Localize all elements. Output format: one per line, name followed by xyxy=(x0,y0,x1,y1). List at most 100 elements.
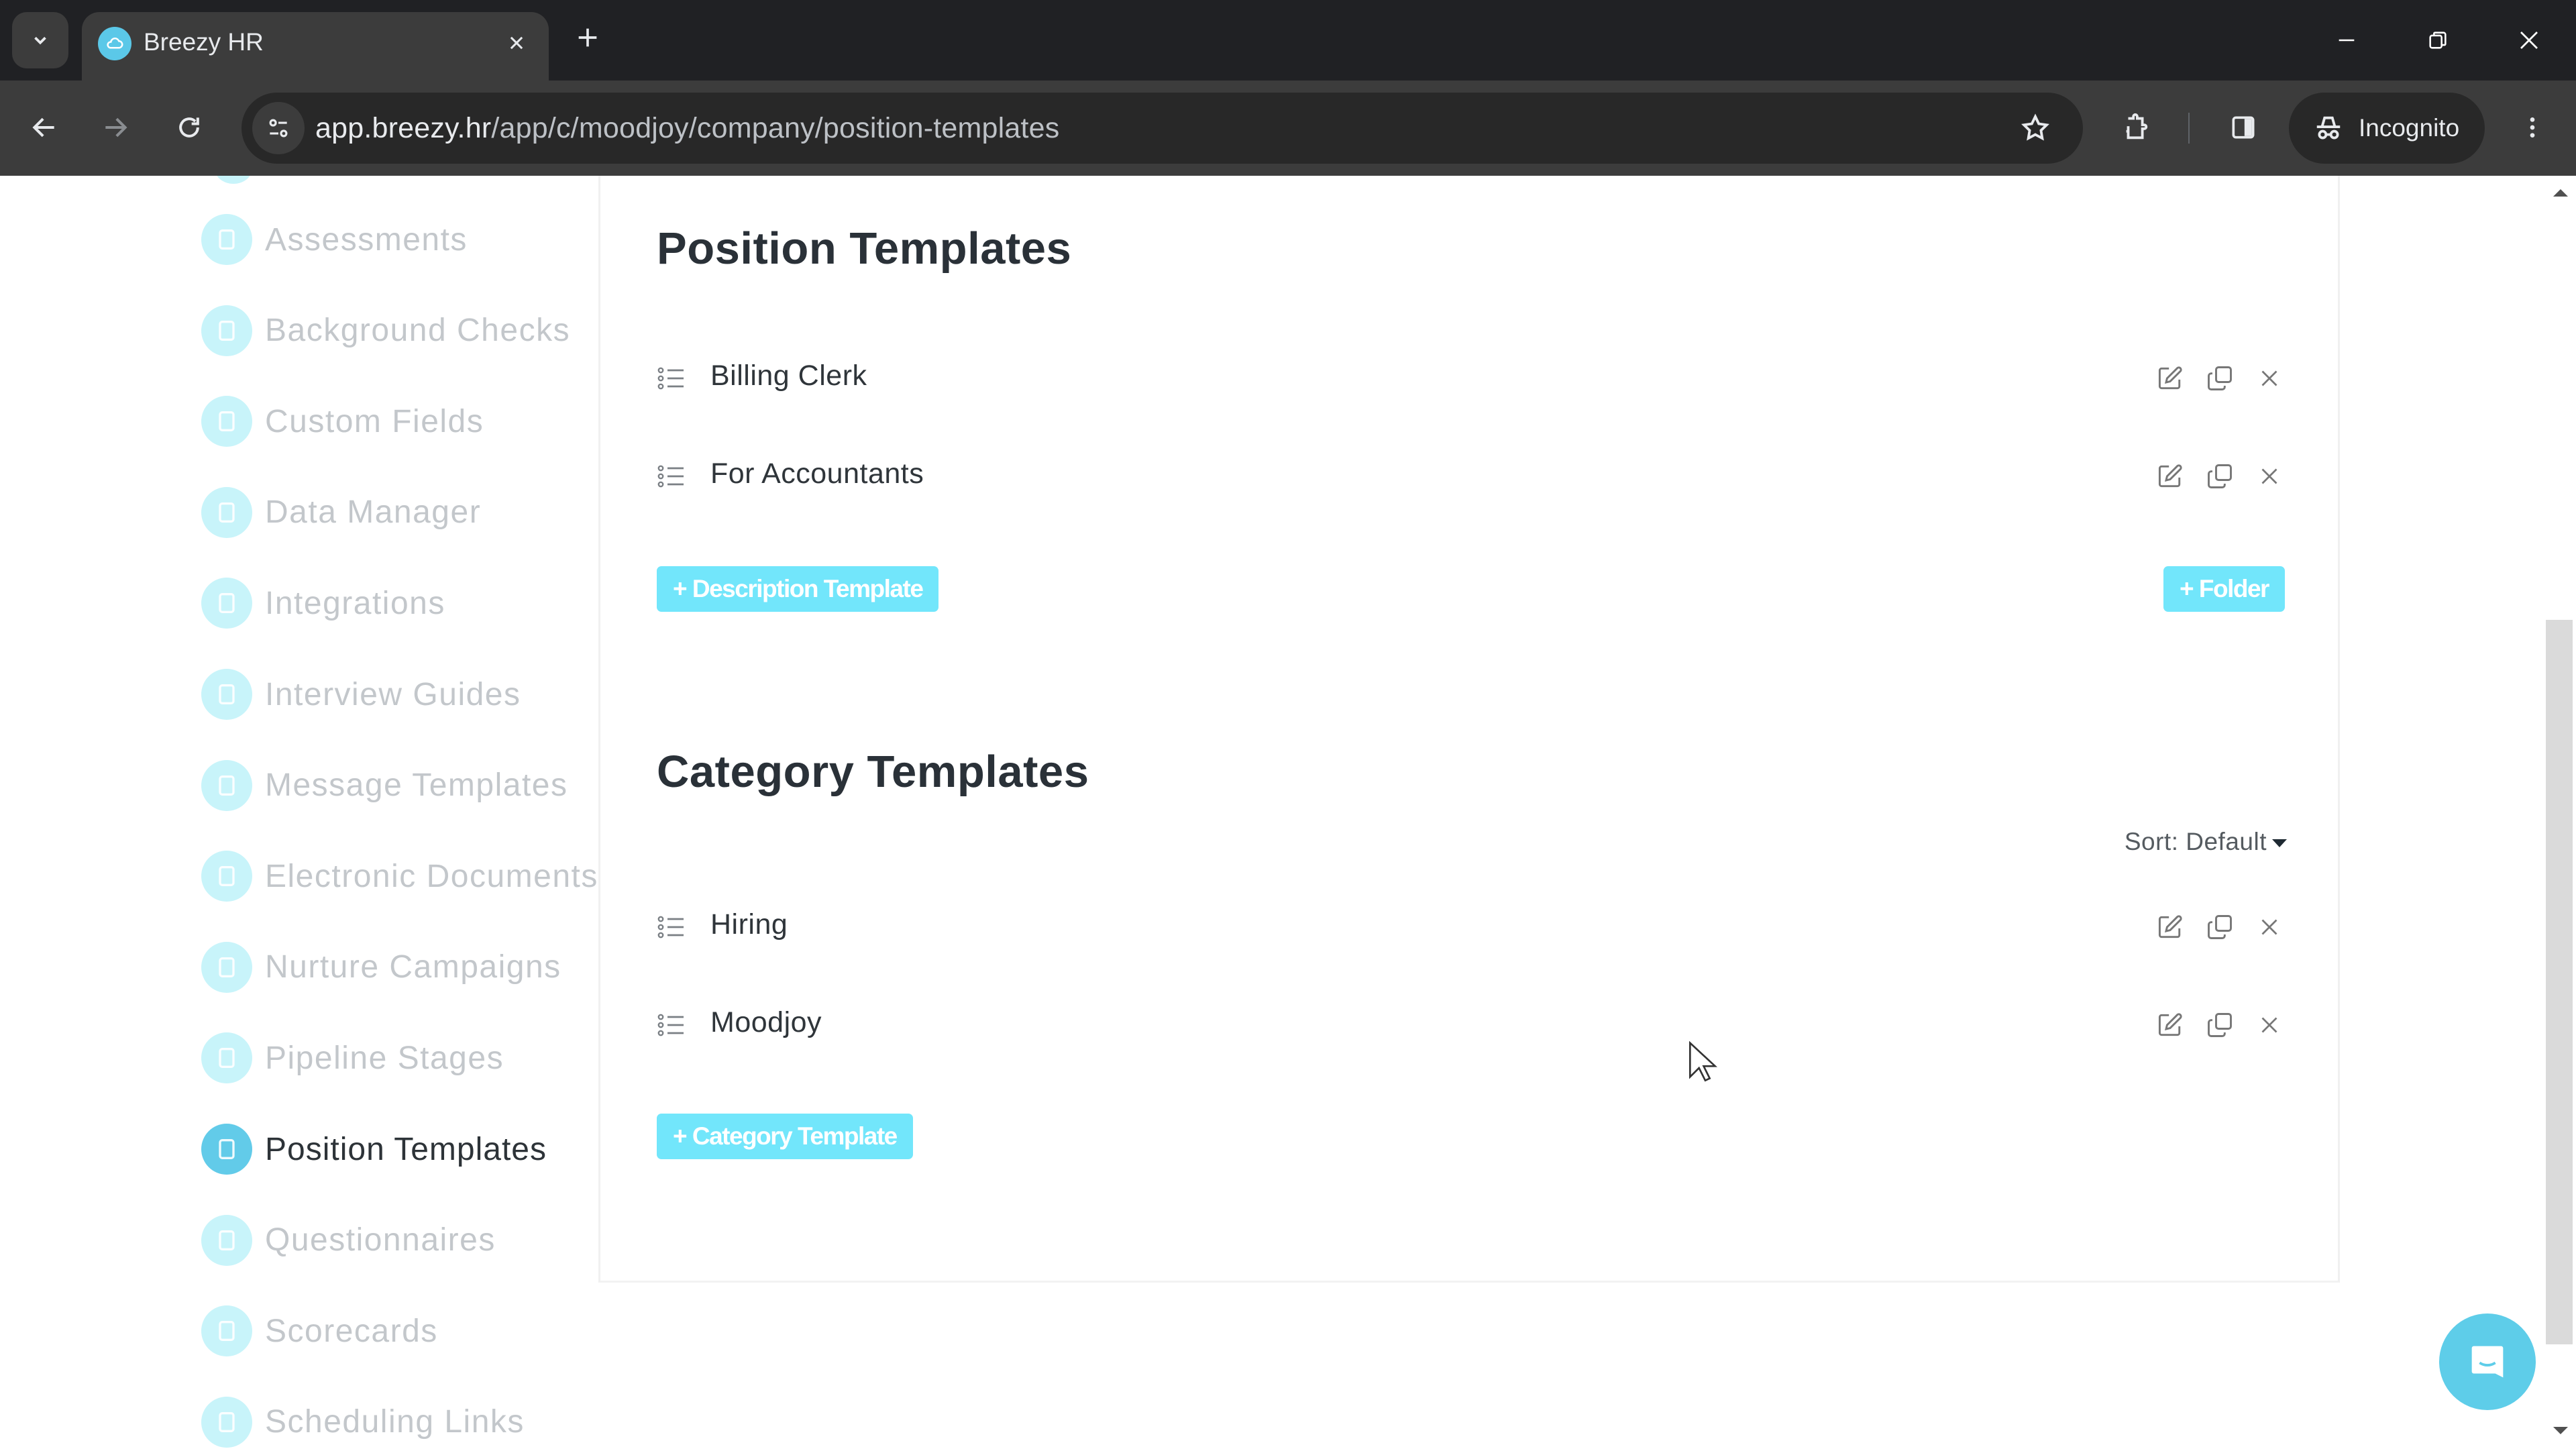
incognito-indicator[interactable]: Incognito xyxy=(2289,93,2485,164)
delete-icon[interactable] xyxy=(2253,362,2286,394)
row-actions xyxy=(2154,358,2286,398)
sidebar-item-questionnaires[interactable]: Questionnaires xyxy=(201,1210,496,1271)
drag-handle-icon[interactable] xyxy=(657,364,686,393)
scrollbar-thumb[interactable] xyxy=(2546,620,2573,1344)
duplicate-icon[interactable] xyxy=(2204,1009,2236,1041)
template-row[interactable]: Billing Clerk xyxy=(657,352,2286,405)
sidebar-item-label: Questionnaires xyxy=(265,1222,496,1258)
scroll-up-arrow-icon[interactable] xyxy=(2553,189,2568,197)
delete-icon[interactable] xyxy=(2253,911,2286,943)
sidebar-item-scheduling-links[interactable]: Scheduling Links xyxy=(201,1392,525,1449)
duplicate-icon[interactable] xyxy=(2204,460,2236,492)
sidebar-item-label: Background Checks xyxy=(265,313,571,349)
minimize-button[interactable] xyxy=(2320,16,2373,64)
page-content: Assessments Background Checks Custom Field… xyxy=(0,176,2576,1449)
template-row[interactable]: Moodjoy xyxy=(657,998,2286,1052)
arrow-right-icon xyxy=(105,117,127,138)
more-vertical-icon xyxy=(2530,117,2535,138)
category-templates-title: Category Templates xyxy=(657,747,1089,797)
sidebar-item-electronic-documents[interactable]: Electronic Documents xyxy=(201,846,598,906)
template-name[interactable]: Billing Clerk xyxy=(710,360,867,392)
tab-close-button[interactable] xyxy=(498,24,535,62)
minimize-icon xyxy=(2339,39,2355,42)
sort-dropdown[interactable]: Sort: Default xyxy=(2125,828,2287,856)
close-icon xyxy=(2520,32,2538,49)
sidebar-item-label: Electronic Documents xyxy=(265,858,598,894)
breezy-logo-icon xyxy=(98,27,131,60)
reload-button[interactable] xyxy=(162,101,216,154)
chevron-down-icon xyxy=(34,36,46,45)
delete-icon[interactable] xyxy=(2253,1009,2286,1041)
sort-label: Sort: Default xyxy=(2124,828,2267,855)
side-panel-button[interactable] xyxy=(2216,101,2270,154)
browser-tab[interactable]: Breezy HR xyxy=(82,12,549,80)
extensions-button[interactable] xyxy=(2109,101,2163,154)
close-icon xyxy=(510,36,523,50)
sidebar-item-label: Custom Fields xyxy=(265,403,484,439)
url-path: /app/c/moodjoy/company/position-template… xyxy=(491,112,1060,144)
calendar-icon xyxy=(201,1396,252,1448)
add-category-template-button[interactable]: + Category Template xyxy=(657,1114,913,1159)
chat-support-button[interactable] xyxy=(2439,1313,2536,1410)
template-row[interactable]: Hiring xyxy=(657,900,2286,954)
address-bar[interactable]: app.breezy.hr/app/c/moodjoy/company/posi… xyxy=(241,93,2083,164)
site-info-button[interactable] xyxy=(252,102,305,154)
sidebar-item-assessments[interactable]: Assessments xyxy=(201,209,468,270)
caret-down-icon xyxy=(2272,839,2287,847)
side-panel-icon xyxy=(2232,116,2255,139)
drag-handle-icon[interactable] xyxy=(657,462,686,491)
delete-icon[interactable] xyxy=(2253,460,2286,492)
mouse-cursor-icon xyxy=(1689,1041,1717,1082)
drag-handle-icon[interactable] xyxy=(657,912,686,942)
scrollbar[interactable] xyxy=(2544,176,2576,1449)
restore-button[interactable] xyxy=(2411,16,2465,64)
add-folder-button[interactable]: + Folder xyxy=(2163,566,2285,612)
close-window-button[interactable] xyxy=(2502,16,2556,64)
tag-icon xyxy=(201,486,252,538)
sidebar-item-nurture-campaigns[interactable]: Nurture Campaigns xyxy=(201,937,561,998)
list-icon xyxy=(201,1214,252,1266)
file-icon xyxy=(201,759,252,811)
sidebar-item-interview-guides[interactable]: Interview Guides xyxy=(201,664,521,724)
row-actions xyxy=(2154,907,2286,947)
incognito-icon xyxy=(2316,116,2341,140)
templates-card: Position Templates Billing Clerk For Acco… xyxy=(598,176,2340,1283)
sidebar-item-label: Assessments xyxy=(265,221,468,258)
template-name[interactable]: Moodjoy xyxy=(710,1006,822,1039)
template-row[interactable]: For Accountants xyxy=(657,449,2286,503)
sidebar-item-label: Interview Guides xyxy=(265,676,521,712)
sidebar-item-data-manager[interactable]: Data Manager xyxy=(201,482,481,543)
sidebar-item-position-templates[interactable]: Position Templates xyxy=(201,1119,547,1179)
add-description-template-button[interactable]: + Description Template xyxy=(657,566,939,612)
document-icon xyxy=(201,1124,252,1175)
new-tab-button[interactable] xyxy=(569,19,606,56)
row-actions xyxy=(2154,1005,2286,1045)
arrow-left-icon xyxy=(32,117,54,138)
toolbar-divider xyxy=(2188,113,2190,144)
back-button[interactable] xyxy=(17,101,71,154)
tab-search-button[interactable] xyxy=(12,12,68,68)
sidebar-item-custom-fields[interactable]: Custom Fields xyxy=(201,391,484,451)
sidebar-item-integrations[interactable]: Integrations xyxy=(201,573,445,633)
scroll-down-arrow-icon[interactable] xyxy=(2553,1427,2568,1434)
forward-button[interactable] xyxy=(89,101,142,154)
sidebar-item-label: Position Templates xyxy=(265,1131,547,1167)
sidebar-item-label: Nurture Campaigns xyxy=(265,949,561,985)
edit-icon[interactable] xyxy=(2154,1009,2186,1041)
duplicate-icon[interactable] xyxy=(2204,362,2236,394)
sidebar-item-message-templates[interactable]: Message Templates xyxy=(201,755,568,816)
sidebar-item-scorecards[interactable]: Scorecards xyxy=(201,1301,438,1361)
browser-menu-button[interactable] xyxy=(2509,101,2556,154)
template-name[interactable]: For Accountants xyxy=(710,458,924,490)
drag-handle-icon[interactable] xyxy=(657,1010,686,1040)
edit-icon[interactable] xyxy=(2154,911,2186,943)
url-text: app.breezy.hr/app/c/moodjoy/company/posi… xyxy=(315,112,1060,145)
sidebar-item-background-checks[interactable]: Background Checks xyxy=(201,301,570,361)
edit-icon[interactable] xyxy=(2154,460,2186,492)
template-name[interactable]: Hiring xyxy=(710,908,788,941)
sidebar-item-pipeline-stages[interactable]: Pipeline Stages xyxy=(201,1028,504,1088)
bookmark-button[interactable] xyxy=(2015,107,2056,149)
edit-icon[interactable] xyxy=(2154,362,2186,394)
duplicate-icon[interactable] xyxy=(2204,911,2236,943)
browser-tab-bar: Breezy HR xyxy=(0,0,2576,80)
